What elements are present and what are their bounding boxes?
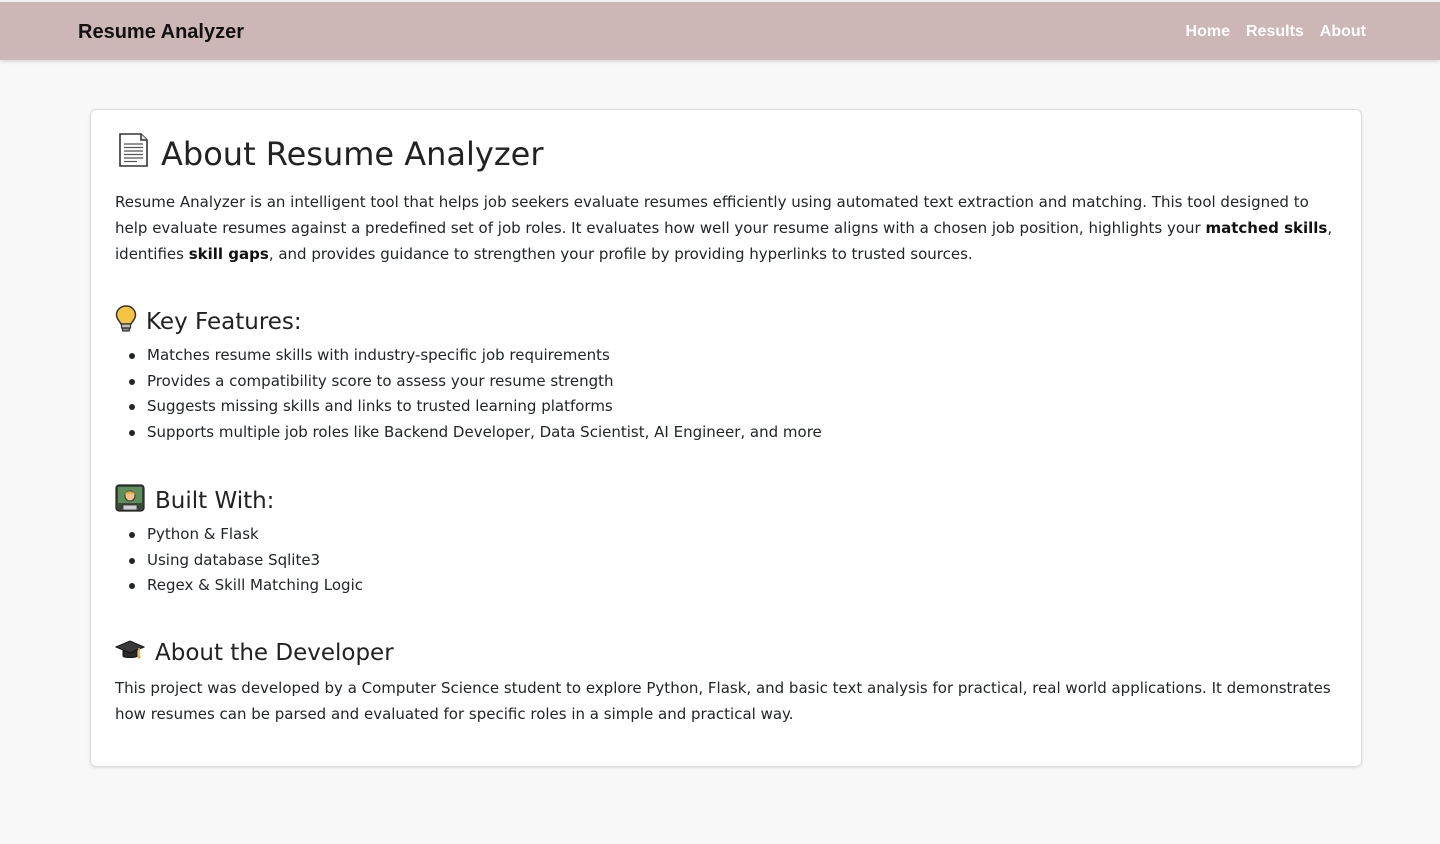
- matched-skills-emphasis: matched skills: [1205, 219, 1328, 237]
- list-item: Provides a compatibility score to assess…: [129, 369, 1247, 395]
- page-title-text: About Resume Analyzer: [161, 135, 544, 173]
- list-item: Suggests missing skills and links to tru…: [129, 394, 1247, 420]
- list-item: Regex & Skill Matching Logic: [129, 573, 1247, 599]
- about-card: About Resume Analyzer Resume Analyzer is…: [90, 109, 1362, 767]
- light-bulb-icon: [115, 305, 137, 339]
- built-with-heading-text: Built With:: [155, 488, 275, 514]
- features-heading-text: Key Features:: [146, 309, 302, 335]
- list-item: Python & Flask: [129, 522, 1247, 548]
- graduation-cap-icon: [114, 638, 146, 668]
- developer-heading: About the Developer: [114, 638, 394, 668]
- brand-link[interactable]: Resume Analyzer: [78, 21, 244, 44]
- intro-text-1: Resume Analyzer is an intelligent tool t…: [115, 193, 1309, 237]
- developer-paragraph: This project was developed by a Computer…: [115, 679, 1331, 723]
- intro-paragraph: Resume Analyzer is an intelligent tool t…: [115, 189, 1337, 267]
- page-title: About Resume Analyzer: [115, 132, 544, 176]
- features-list: Matches resume skills with industry-spec…: [129, 343, 1247, 446]
- features-heading: Key Features:: [115, 305, 302, 339]
- nav-home-link[interactable]: Home: [1186, 23, 1230, 41]
- navbar: Resume Analyzer Home Results About: [0, 0, 1440, 60]
- list-item: Supports multiple job roles like Backend…: [129, 420, 1247, 446]
- intro-text-3: , and provides guidance to strengthen yo…: [268, 245, 973, 263]
- page-document-icon: [115, 132, 151, 176]
- built-with-heading: Built With:: [115, 484, 274, 518]
- list-item: Using database Sqlite3: [129, 548, 1247, 574]
- nav-results-link[interactable]: Results: [1246, 23, 1304, 41]
- skill-gaps-emphasis: skill gaps: [188, 245, 269, 263]
- technologist-icon: [115, 484, 145, 518]
- built-with-list: Python & Flask Using database Sqlite3 Re…: [129, 522, 1247, 599]
- nav-about-link[interactable]: About: [1320, 23, 1366, 41]
- developer-heading-text: About the Developer: [155, 640, 394, 666]
- list-item: Matches resume skills with industry-spec…: [129, 343, 1247, 369]
- nav-links: Home Results About: [1170, 23, 1366, 41]
